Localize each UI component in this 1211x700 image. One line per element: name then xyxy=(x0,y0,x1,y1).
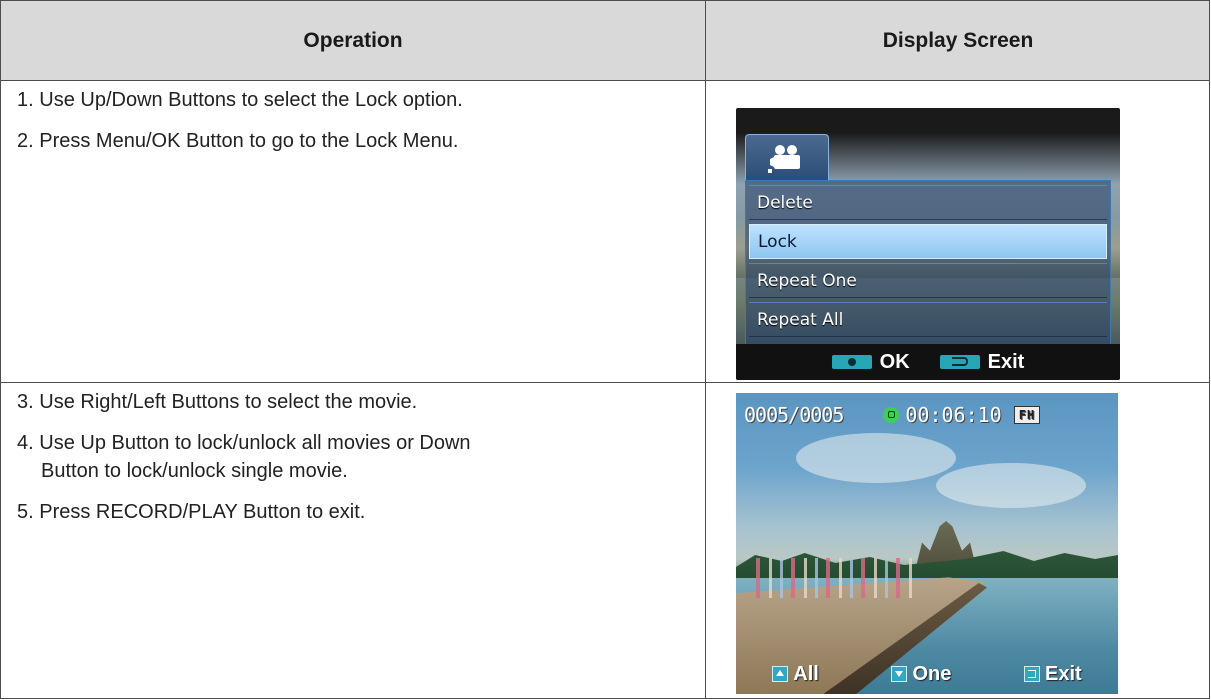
table-row: 1. Use Up/Down Buttons to select the Loc… xyxy=(1,81,1209,383)
table-header-row: Operation Display Screen xyxy=(1,1,1209,81)
display-screen-cell: Delete Lock Repeat One Repeat All OK Exi… xyxy=(706,81,1210,382)
step-2: 2. Press Menu/OK Button to go to the Loc… xyxy=(17,127,687,155)
menu-footer: OK Exit xyxy=(736,344,1120,380)
menu-screen-image: Delete Lock Repeat One Repeat All OK Exi… xyxy=(736,108,1120,380)
down-key-icon xyxy=(891,666,908,683)
scene-people xyxy=(756,558,916,598)
step-text: Press RECORD/PLAY Button to exit. xyxy=(39,501,366,523)
up-key-icon xyxy=(772,666,789,683)
menu-item-repeat-one: Repeat One xyxy=(749,263,1107,298)
step-number: 3. xyxy=(17,391,34,413)
column-divider xyxy=(705,1,706,80)
step-number: 1. xyxy=(17,89,34,111)
scene-cloud xyxy=(936,463,1086,508)
step-3: 3. Use Right/Left Buttons to select the … xyxy=(17,388,687,416)
menu-item-delete: Delete xyxy=(749,185,1107,220)
resolution-badge: FH xyxy=(1013,406,1041,424)
one-hint: One xyxy=(891,663,951,686)
ok-label: OK xyxy=(879,350,910,373)
step-text: Press Menu/OK Button to go to the Lock M… xyxy=(39,130,459,152)
operation-cell: 3. Use Right/Left Buttons to select the … xyxy=(1,383,705,699)
menu-item-repeat-all: Repeat All xyxy=(749,302,1107,337)
menu-item-lock: Lock xyxy=(749,224,1107,259)
display-screen-cell: 0005/0005 00:06:10 FH All One Exit xyxy=(706,383,1210,699)
file-counter: 0005/0005 xyxy=(744,403,844,427)
return-key-icon xyxy=(1023,666,1040,683)
playback-status-bar: 0005/0005 00:06:10 FH xyxy=(744,401,1110,429)
ok-hint: OK xyxy=(831,350,910,374)
step-5: 5. Press RECORD/PLAY Button to exit. xyxy=(17,498,687,526)
exit-label: Exit xyxy=(1044,662,1082,685)
step-4: 4. Use Up Button to lock/unlock all movi… xyxy=(17,429,687,485)
one-label: One xyxy=(912,662,952,685)
record-key-icon xyxy=(831,355,872,370)
menu-list: Delete Lock Repeat One Repeat All xyxy=(745,180,1111,345)
return-key-icon xyxy=(939,355,980,370)
table-row: 3. Use Right/Left Buttons to select the … xyxy=(1,383,1209,699)
step-number: 5. xyxy=(17,501,34,523)
exit-hint: Exit xyxy=(1023,662,1082,686)
step-1: 1. Use Up/Down Buttons to select the Loc… xyxy=(17,86,687,114)
menu-tab-bar xyxy=(736,134,1120,180)
playback-time: 00:06:10 xyxy=(905,403,1002,427)
scene-cloud xyxy=(796,433,956,483)
lock-icon xyxy=(883,407,900,423)
exit-hint: Exit xyxy=(939,350,1025,374)
step-text: Use Up Button to lock/unlock all movies … xyxy=(39,432,471,454)
all-label: All xyxy=(793,662,819,685)
operation-cell: 1. Use Up/Down Buttons to select the Loc… xyxy=(1,81,705,382)
menu-tab-movie xyxy=(745,134,829,180)
playback-footer: All One Exit xyxy=(736,660,1118,688)
step-number: 2. xyxy=(17,130,34,152)
step-text: Use Up/Down Buttons to select the Lock o… xyxy=(39,89,463,111)
header-operation: Operation xyxy=(303,29,403,52)
exit-label: Exit xyxy=(987,350,1025,373)
header-display-screen: Display Screen xyxy=(882,29,1034,52)
step-text-continued: Button to lock/unlock single movie. xyxy=(41,460,348,482)
step-text: Use Right/Left Buttons to select the mov… xyxy=(39,391,418,413)
movie-camera-icon xyxy=(768,145,800,173)
step-number: 4. xyxy=(17,432,34,454)
playback-screen-image: 0005/0005 00:06:10 FH All One Exit xyxy=(736,393,1118,694)
all-hint: All xyxy=(772,663,819,686)
operation-table: Operation Display Screen 1. Use Up/Down … xyxy=(0,0,1210,699)
